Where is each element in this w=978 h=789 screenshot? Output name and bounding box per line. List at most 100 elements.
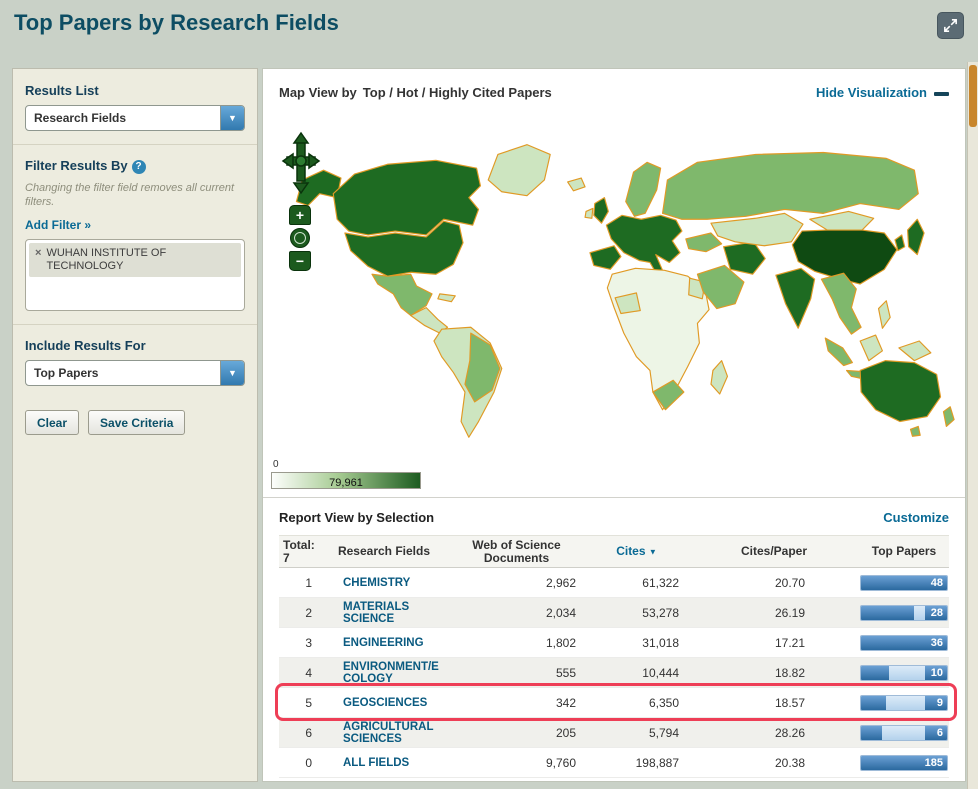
row-cites-per-paper: 18.57 (689, 687, 859, 718)
map-view-label: Map View by (279, 85, 357, 100)
pan-right-icon (308, 152, 321, 170)
scrollbar-thumb[interactable] (969, 65, 977, 127)
add-filter-link[interactable]: Add Filter » (25, 218, 91, 232)
collapse-icon (934, 91, 949, 96)
table-row: 2 MATERIALS SCIENCE 2,034 53,278 26.19 2… (279, 597, 949, 628)
top-papers-value: 6 (936, 726, 943, 739)
column-top-papers[interactable]: Top Papers (859, 535, 949, 568)
map-region-iceland (567, 177, 586, 192)
map-region-australia (859, 360, 942, 423)
map-region-spain (589, 245, 622, 270)
top-papers-bar: 185 (860, 754, 948, 771)
table-row: 0 ALL FIELDS 9,760 198,887 20.38 185 (279, 747, 949, 778)
top-papers-value: 10 (930, 666, 943, 679)
map-view-detail: Top / Hot / Highly Cited Papers (362, 85, 552, 100)
top-papers-bar: 10 (860, 664, 948, 681)
save-criteria-button[interactable]: Save Criteria (88, 410, 186, 436)
field-link[interactable]: AGRICULTURAL SCIENCES (319, 721, 449, 745)
field-link[interactable]: CHEMISTRY (319, 577, 449, 589)
row-cites: 31,018 (584, 627, 689, 658)
map-region-borneo (859, 334, 884, 362)
row-cites-per-paper: 20.38 (689, 747, 859, 778)
top-papers-bar: 6 (860, 724, 948, 741)
map-view-title: Map View by Top / Hot / Highly Cited Pape… (279, 85, 552, 117)
map-region-caribbean (437, 293, 456, 303)
clear-button[interactable]: Clear (25, 410, 80, 436)
top-papers-bar: 28 (860, 604, 948, 621)
row-docs: 2,034 (449, 597, 584, 628)
table-row: 6 AGRICULTURAL SCIENCES 205 5,794 28.26 … (279, 717, 949, 748)
map-region-scandinavia (625, 161, 662, 217)
top-papers-bar: 36 (860, 634, 948, 651)
scrollbar-track[interactable] (967, 62, 978, 789)
pan-down-icon (292, 182, 310, 195)
results-list-dropdown[interactable]: Research Fields ▼ (25, 105, 245, 131)
report-table: Total: 7 Research Fields Web of Science … (279, 535, 949, 778)
page-header: Top Papers by Research Fields (0, 0, 978, 62)
page-title: Top Papers by Research Fields (14, 10, 339, 35)
legend-gradient: 79,961 (271, 472, 421, 489)
include-results-value: Top Papers (34, 366, 99, 381)
row-cites-per-paper: 18.82 (689, 657, 859, 688)
total-header: Total: 7 (279, 535, 319, 568)
zoom-in-button[interactable]: + (289, 205, 311, 225)
top-papers-bar-fill (861, 695, 886, 710)
column-cites-sorted[interactable]: Cites ▼ (584, 535, 689, 568)
column-research-fields[interactable]: Research Fields (319, 535, 449, 568)
top-papers-value: 36 (930, 636, 943, 649)
row-docs: 9,760 (449, 747, 584, 778)
row-cites: 53,278 (584, 597, 689, 628)
top-papers-value: 48 (930, 576, 943, 589)
row-cites: 198,887 (584, 747, 689, 778)
row-cites: 10,444 (584, 657, 689, 688)
row-rank: 6 (279, 717, 319, 748)
map-pan-control[interactable] (281, 131, 321, 195)
map-region-canada (332, 159, 482, 236)
map-zoom-control: + − (289, 205, 311, 271)
filter-chip[interactable]: × WUHAN INSTITUTE OF TECHNOLOGY (29, 243, 241, 278)
column-wos-documents[interactable]: Web of Science Documents (449, 535, 584, 568)
globe-icon[interactable] (290, 228, 310, 248)
row-docs: 342 (449, 687, 584, 718)
help-icon[interactable]: ? (131, 159, 146, 174)
include-results-dropdown[interactable]: Top Papers ▼ (25, 360, 245, 387)
legend-max: 79,961 (329, 477, 363, 489)
filter-note: Changing the filter field removes all cu… (25, 181, 235, 208)
map-region-europe (605, 214, 683, 275)
field-link[interactable]: ENGINEERING (319, 637, 449, 649)
remove-filter-icon[interactable]: × (35, 247, 41, 259)
row-cites-per-paper: 28.26 (689, 717, 859, 748)
chevron-down-icon[interactable]: ▼ (220, 106, 244, 130)
map-region-philippines (877, 300, 891, 329)
world-map: + − 0 79,961 (263, 117, 965, 497)
top-papers-bar-fill (861, 725, 882, 740)
world-map-svg[interactable] (279, 125, 957, 449)
zoom-out-button[interactable]: − (289, 251, 311, 271)
divider (13, 144, 257, 145)
field-link[interactable]: ALL FIELDS (319, 757, 449, 769)
table-row: 4 ENVIRONMENT/E COLOGY 555 10,444 18.82 … (279, 657, 949, 688)
pan-left-icon (281, 152, 294, 170)
pan-up-icon (292, 131, 310, 144)
top-papers-value: 185 (924, 756, 943, 769)
hide-visualization-link[interactable]: Hide Visualization (816, 85, 949, 117)
filter-heading: Filter Results By? (25, 158, 245, 174)
row-rank: 3 (279, 627, 319, 658)
map-legend: 0 79,961 (271, 459, 421, 489)
field-link[interactable]: ENVIRONMENT/E COLOGY (319, 661, 449, 685)
chevron-down-icon[interactable]: ▼ (220, 361, 244, 386)
field-link[interactable]: GEOSCIENCES (319, 697, 449, 709)
sidebar: Results List Research Fields ▼ Filter Re… (12, 68, 258, 782)
row-rank: 4 (279, 657, 319, 688)
expand-button[interactable] (937, 12, 964, 39)
top-papers-bar: 48 (860, 574, 948, 591)
field-link[interactable]: MATERIALS SCIENCE (319, 601, 449, 625)
expand-icon (944, 19, 957, 32)
filter-chip-label: WUHAN INSTITUTE OF TECHNOLOGY (46, 247, 167, 273)
map-region-madagascar (710, 360, 729, 395)
map-region-ireland (584, 207, 594, 219)
active-filters-box: × WUHAN INSTITUTE OF TECHNOLOGY (25, 239, 245, 312)
column-cites-per-paper[interactable]: Cites/Paper (689, 535, 859, 568)
customize-link[interactable]: Customize (883, 510, 949, 535)
results-list-value: Research Fields (34, 111, 127, 125)
